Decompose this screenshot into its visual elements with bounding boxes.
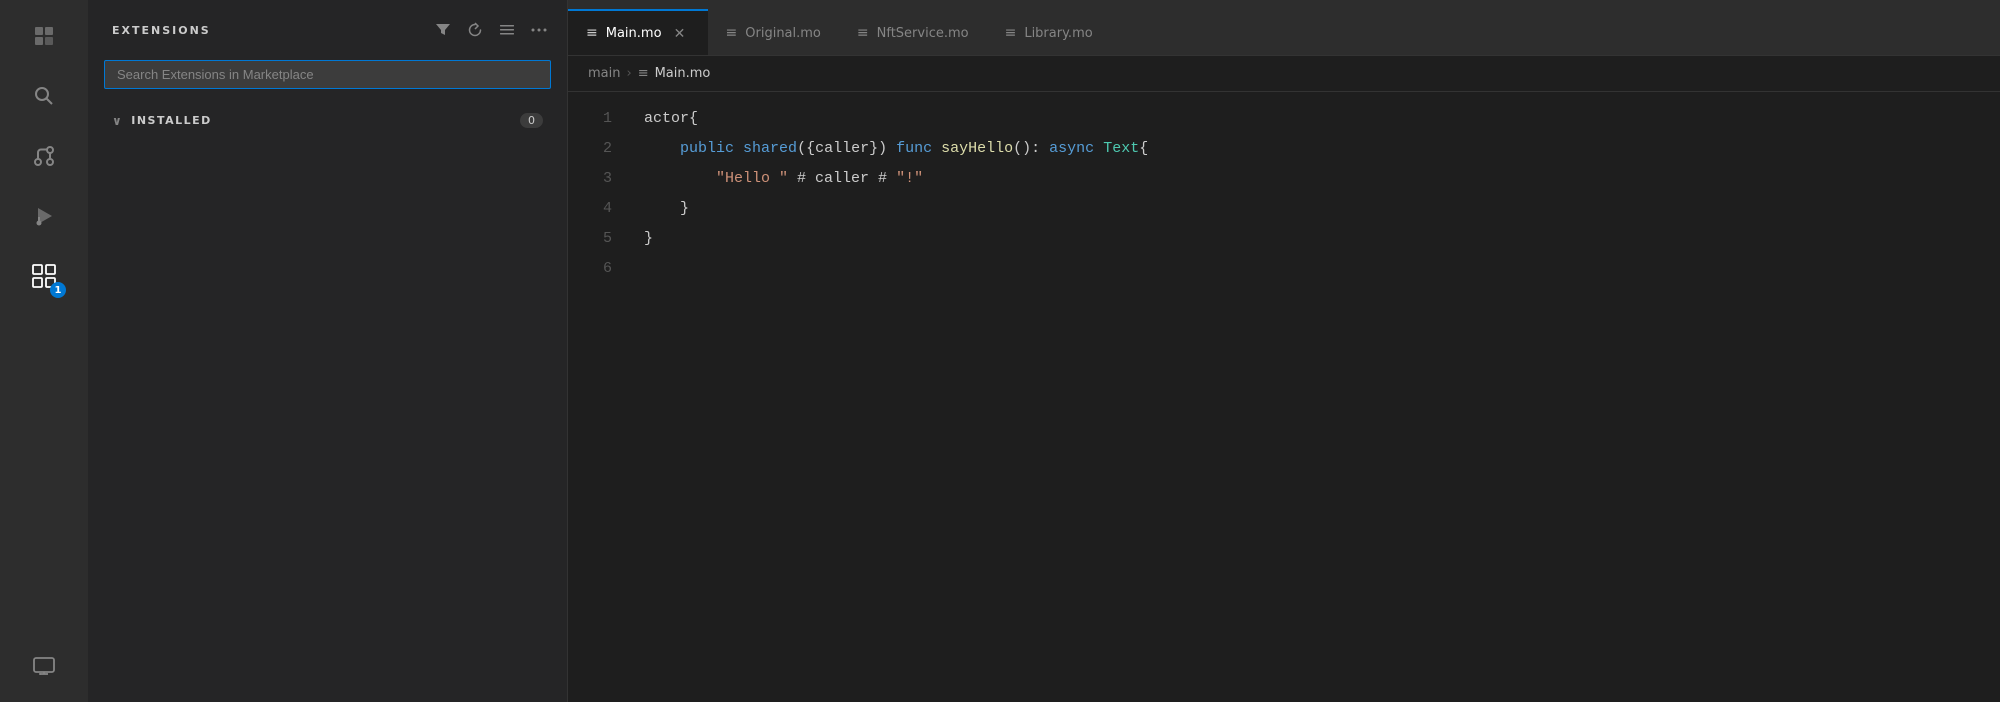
line-num-1: 1 <box>568 104 612 134</box>
sidebar-actions <box>431 18 551 42</box>
code-line-5: } <box>644 224 2000 254</box>
installed-text: INSTALLED <box>131 114 212 127</box>
main-mo-tab[interactable]: ≡ Main.mo ✕ <box>568 9 708 55</box>
search-box-wrapper <box>88 56 567 101</box>
activity-bar: 1 <box>0 0 88 702</box>
editor-area: ≡ Main.mo ✕ ≡ Original.mo ≡ NftService.m… <box>568 0 2000 702</box>
library-mo-tab-label: Library.mo <box>1024 26 1092 41</box>
sidebar-header: EXTENSIONS <box>88 0 567 56</box>
tab-bar: ≡ Main.mo ✕ ≡ Original.mo ≡ NftService.m… <box>568 0 2000 56</box>
nftservice-mo-tab[interactable]: ≡ NftService.mo <box>839 9 987 55</box>
nftservice-mo-tab-icon: ≡ <box>857 25 869 41</box>
line-num-4: 4 <box>568 194 612 224</box>
search-activity-icon[interactable] <box>16 68 72 124</box>
original-mo-tab-label: Original.mo <box>745 26 821 41</box>
sidebar-title: EXTENSIONS <box>112 24 211 37</box>
line-num-2: 2 <box>568 134 612 164</box>
breadcrumb: main › ≡ Main.mo <box>568 56 2000 92</box>
installed-count-badge: 0 <box>520 113 543 128</box>
main-mo-tab-label: Main.mo <box>606 26 662 41</box>
remote-activity-icon[interactable] <box>16 638 72 694</box>
installed-header[interactable]: ∨ INSTALLED 0 <box>104 109 551 132</box>
extensions-activity-icon[interactable]: 1 <box>16 248 72 304</box>
line-num-6: 6 <box>568 254 612 284</box>
more-extensions-button[interactable] <box>527 18 551 42</box>
installed-chevron-icon: ∨ <box>112 114 123 128</box>
breadcrumb-file[interactable]: ≡ Main.mo <box>638 66 711 81</box>
clear-extensions-button[interactable] <box>495 18 519 42</box>
run-debug-activity-icon[interactable] <box>16 188 72 244</box>
explorer-icon[interactable] <box>16 8 72 64</box>
library-mo-tab-icon: ≡ <box>1005 25 1017 41</box>
code-line-3: "Hello " # caller # "!" <box>644 164 2000 194</box>
sidebar: EXTENSIONS <box>88 0 568 702</box>
main-mo-tab-close[interactable]: ✕ <box>670 23 690 43</box>
nftservice-mo-tab-label: NftService.mo <box>877 26 969 41</box>
code-line-4: } <box>644 194 2000 224</box>
breadcrumb-file-label: Main.mo <box>655 66 711 81</box>
original-mo-tab[interactable]: ≡ Original.mo <box>708 9 839 55</box>
search-extensions-input[interactable] <box>104 60 551 89</box>
line-num-5: 5 <box>568 224 612 254</box>
original-mo-tab-icon: ≡ <box>726 25 738 41</box>
code-editor[interactable]: 1 2 3 4 5 6 actor{ public shared({caller… <box>568 92 2000 702</box>
line-numbers: 1 2 3 4 5 6 <box>568 92 628 702</box>
code-line-6 <box>644 254 2000 284</box>
filter-extensions-button[interactable] <box>431 18 455 42</box>
library-mo-tab[interactable]: ≡ Library.mo <box>987 9 1111 55</box>
refresh-extensions-button[interactable] <box>463 18 487 42</box>
code-content[interactable]: actor{ public shared({caller}) func sayH… <box>628 92 2000 702</box>
extensions-badge: 1 <box>50 282 66 298</box>
installed-label: ∨ INSTALLED <box>112 114 212 128</box>
installed-section: ∨ INSTALLED 0 <box>88 101 567 140</box>
source-control-activity-icon[interactable] <box>16 128 72 184</box>
code-line-2: public shared({caller}) func sayHello():… <box>644 134 2000 164</box>
breadcrumb-main[interactable]: main <box>588 66 620 81</box>
code-line-1: actor{ <box>644 104 2000 134</box>
line-num-3: 3 <box>568 164 612 194</box>
main-mo-tab-icon: ≡ <box>586 25 598 41</box>
breadcrumb-file-icon: ≡ <box>638 66 649 81</box>
breadcrumb-separator: › <box>626 66 631 81</box>
